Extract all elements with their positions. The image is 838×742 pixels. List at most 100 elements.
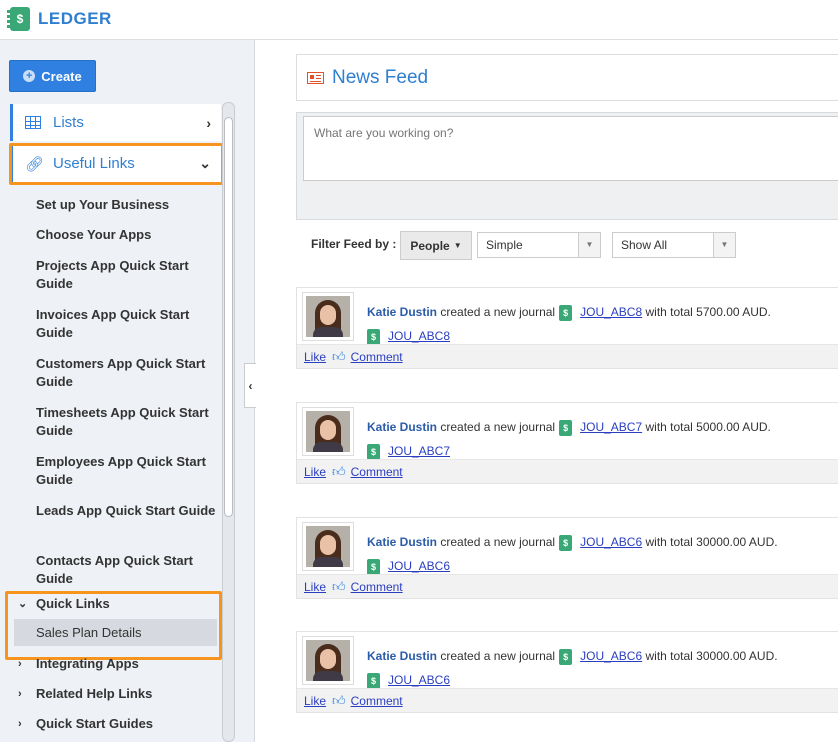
like-link[interactable]: Like: [304, 694, 326, 708]
create-button[interactable]: + Create: [9, 60, 96, 92]
user-name-link[interactable]: Katie Dustin: [367, 535, 437, 549]
chevron-right-icon: ›: [18, 717, 22, 730]
chevron-right-icon: ›: [18, 687, 22, 700]
quick-link-item[interactable]: Sales Plan Details: [14, 619, 217, 646]
ledger-icon: $: [559, 534, 573, 551]
ledger-icon: $: [559, 648, 573, 665]
thumbs-up-icon: 👍︎: [332, 463, 346, 479]
comment-link[interactable]: Comment: [351, 465, 403, 479]
entry-tail: with total 30000.00 AUD.: [645, 535, 778, 549]
useful-link-item[interactable]: Timesheets App Quick Start Guide: [36, 404, 216, 440]
entry-tail: with total 5700.00 AUD.: [645, 305, 771, 319]
avatar[interactable]: [302, 522, 354, 571]
app-logo[interactable]: $ LEDGER: [7, 7, 112, 31]
main-content: News Feed Filter Feed by : People ▼ Simp…: [256, 40, 838, 742]
like-link[interactable]: Like: [304, 580, 326, 594]
entry-actions: Like 👍︎ Comment: [297, 459, 838, 483]
useful-link-item[interactable]: Contacts App Quick Start Guide: [36, 552, 216, 588]
chevron-down-icon: ⌄: [18, 598, 28, 610]
ledger-logo-icon: $: [7, 7, 30, 31]
newspaper-icon: [307, 71, 324, 84]
journal-link[interactable]: JOU_ABC8: [580, 305, 642, 319]
useful-link-item[interactable]: Employees App Quick Start Guide: [36, 453, 216, 489]
like-link[interactable]: Like: [304, 350, 326, 364]
useful-link-item[interactable]: Customers App Quick Start Guide: [36, 355, 216, 391]
post-composer: [296, 112, 838, 220]
sidebar-item-lists[interactable]: Lists ›: [10, 104, 221, 141]
feed-entry: Katie Dustin created a new journal $ JOU_A…: [296, 517, 838, 599]
journal-link[interactable]: JOU_ABC6: [580, 535, 642, 549]
user-name-link[interactable]: Katie Dustin: [367, 649, 437, 663]
show-filter-select[interactable]: Show All ▼: [612, 232, 736, 258]
like-link[interactable]: Like: [304, 465, 326, 479]
sidebar-section-quick-links[interactable]: ⌄ Quick Links: [18, 596, 110, 611]
comment-link[interactable]: Comment: [351, 694, 403, 708]
sidebar-section-integrating-apps[interactable]: › Integrating Apps: [18, 656, 139, 671]
status-input[interactable]: [303, 116, 838, 181]
ledger-icon: $: [559, 419, 573, 436]
top-bar: $ LEDGER: [0, 0, 838, 40]
useful-link-item[interactable]: Projects App Quick Start Guide: [36, 257, 216, 293]
scrollbar-thumb[interactable]: [224, 117, 233, 517]
entry-tail: with total 30000.00 AUD.: [645, 649, 778, 663]
plus-circle-icon: +: [23, 70, 36, 82]
view-mode-value: Simple: [486, 238, 523, 252]
journal-link[interactable]: JOU_ABC7: [580, 420, 642, 434]
related-help-label: Related Help Links: [36, 686, 153, 701]
avatar[interactable]: [302, 407, 354, 456]
sidebar-item-useful-links[interactable]: 🔗︎ Useful Links ⌄: [10, 145, 221, 182]
avatar[interactable]: [302, 636, 354, 685]
filter-feed-label: Filter Feed by :: [311, 237, 397, 251]
chevron-right-icon: ›: [18, 657, 22, 670]
app-name: LEDGER: [38, 9, 112, 28]
people-filter-button[interactable]: People ▼: [400, 231, 472, 260]
dropdown-arrow-icon: ▼: [713, 233, 735, 257]
quick-start-label: Quick Start Guides: [36, 716, 154, 731]
caret-down-icon: ▼: [453, 241, 462, 250]
ledger-icon: $: [367, 672, 380, 689]
user-name-link[interactable]: Katie Dustin: [367, 420, 437, 434]
sidebar-section-related-help[interactable]: › Related Help Links: [18, 686, 152, 701]
entry-text: Katie Dustin created a new journal $ JOU_A…: [367, 415, 838, 463]
ledger-icon: $: [367, 328, 380, 345]
journal-link[interactable]: JOU_ABC6: [580, 649, 642, 663]
user-name-link[interactable]: Katie Dustin: [367, 305, 437, 319]
entry-text: Katie Dustin created a new journal $ JOU_A…: [367, 530, 838, 578]
entry-text: Katie Dustin created a new journal $ JOU_A…: [367, 300, 838, 348]
feed-entry: Katie Dustin created a new journal $ JOU_A…: [296, 402, 838, 484]
chevron-right-icon: ›: [206, 114, 211, 131]
journal-link[interactable]: JOU_ABC6: [388, 673, 450, 687]
integrating-apps-label: Integrating Apps: [36, 656, 139, 671]
useful-links-label: Useful Links: [53, 155, 135, 172]
link-icon: 🔗︎: [25, 155, 45, 173]
ledger-icon: $: [367, 443, 380, 460]
ledger-icon: $: [559, 304, 573, 321]
entry-action: created a new journal: [440, 420, 556, 434]
view-mode-select[interactable]: Simple ▼: [477, 232, 601, 258]
comment-link[interactable]: Comment: [351, 350, 403, 364]
sidebar: + Create Lists › 🔗︎ Useful Links ⌄ Set u…: [0, 40, 255, 742]
sidebar-section-quick-start[interactable]: › Quick Start Guides: [18, 716, 153, 731]
collapse-sidebar-toggle[interactable]: ‹: [244, 363, 256, 408]
ledger-icon: $: [367, 558, 380, 575]
journal-link[interactable]: JOU_ABC6: [388, 559, 450, 573]
entry-action: created a new journal: [440, 305, 556, 319]
useful-link-item[interactable]: Leads App Quick Start Guide: [36, 502, 216, 520]
journal-link[interactable]: JOU_ABC7: [388, 444, 450, 458]
chevron-left-icon: ‹: [248, 378, 253, 393]
entry-text: Katie Dustin created a new journal $ JOU_A…: [367, 644, 838, 692]
entry-tail: with total 5000.00 AUD.: [645, 420, 771, 434]
lists-label: Lists: [53, 114, 84, 131]
comment-link[interactable]: Comment: [351, 580, 403, 594]
useful-link-item[interactable]: Set up Your Business: [36, 196, 216, 214]
avatar[interactable]: [302, 292, 354, 341]
useful-link-item[interactable]: Choose Your Apps: [36, 226, 216, 244]
table-grid-icon: [25, 116, 41, 129]
create-button-label: Create: [41, 68, 82, 84]
useful-link-item[interactable]: Invoices App Quick Start Guide: [36, 306, 216, 342]
journal-link[interactable]: JOU_ABC8: [388, 329, 450, 343]
entry-actions: Like 👍︎ Comment: [297, 344, 838, 368]
sidebar-scrollbar[interactable]: [222, 102, 235, 742]
page-title: News Feed: [332, 66, 429, 88]
chevron-down-icon: ⌄: [199, 155, 211, 171]
